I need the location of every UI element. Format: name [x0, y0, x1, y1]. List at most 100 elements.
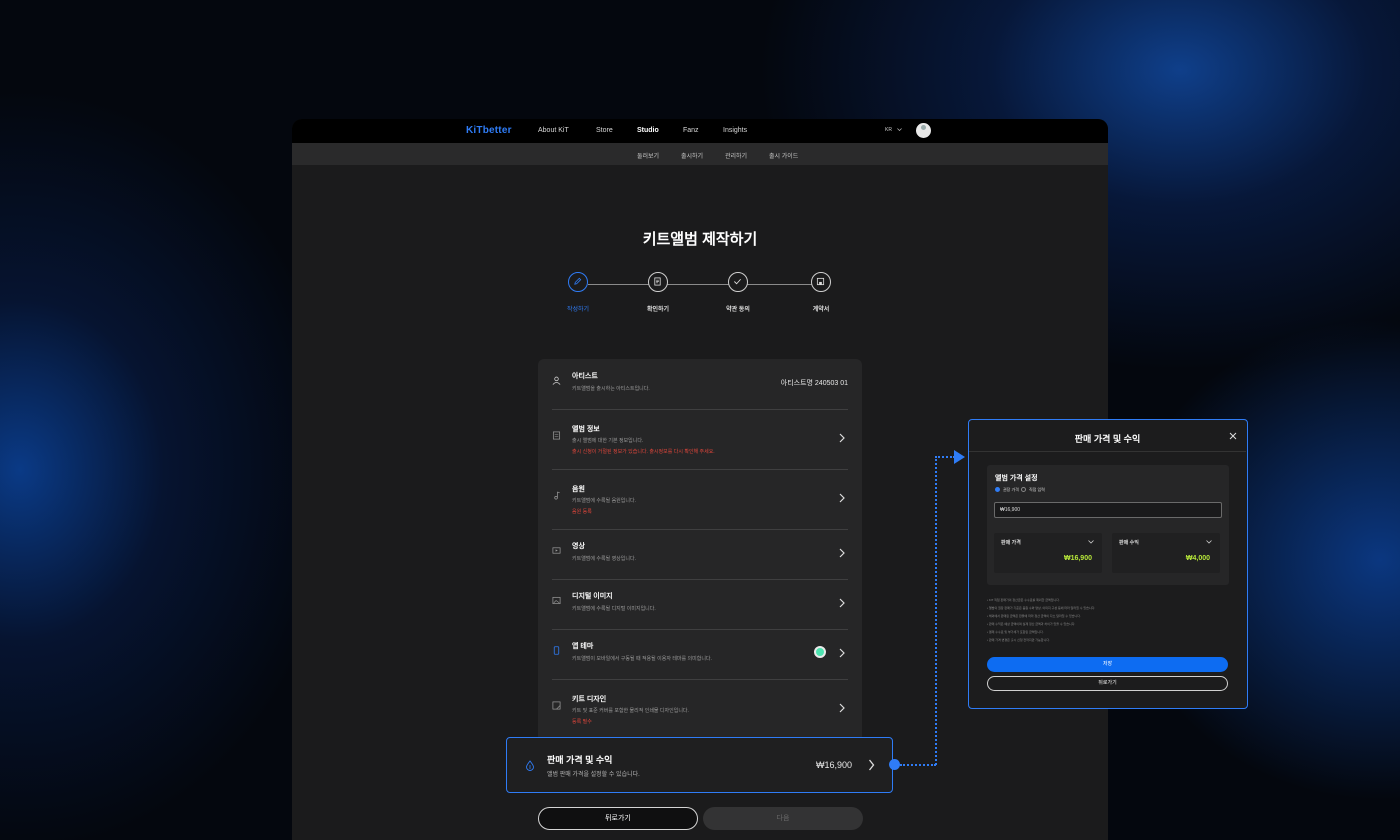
warning-text: 출시 신청이 거절된 정보가 있습니다. 출시정보를 다시 확인해 주세요.: [572, 449, 715, 455]
section-desc: 키트앨범에 수록될 디지털 이미지입니다.: [572, 606, 656, 612]
chevron-right-icon[interactable]: [838, 433, 846, 443]
theme-status-indicator: [814, 646, 826, 658]
note-item: 결제 수수료 및 부가세가 포함된 금액입니다.: [987, 630, 1232, 635]
back-button[interactable]: 뒤로가기: [538, 807, 698, 830]
price-value: ₩16,900: [815, 760, 852, 770]
chevron-down-icon[interactable]: [897, 127, 902, 132]
modal-title: 판매 가격 및 수익: [1074, 434, 1141, 444]
note-item: 앨범의 권장 판매가 기준은 음원 수와 영상, 이미지 구성 등에 따라 달라…: [987, 606, 1232, 611]
nav-item-store[interactable]: Store: [596, 127, 613, 134]
chevron-down-icon[interactable]: [1088, 540, 1094, 544]
close-icon[interactable]: [1229, 432, 1237, 440]
section-title: 앨범 정보: [572, 426, 600, 433]
phone-icon: [553, 646, 560, 655]
sub-nav: 둘러보기 출시하기 관리하기 출시 가이드: [292, 143, 1108, 165]
section-app-theme[interactable]: 앱 테마 키트앨범이 모바일에서 구동될 때 적용될 이용자 테마를 의미합니다…: [552, 629, 848, 680]
section-title: 앱 테마: [572, 643, 594, 650]
section-title: 판매 가격 및 수익: [547, 755, 613, 765]
connector-line: [935, 456, 937, 765]
section-kit-design[interactable]: 키트 디자인 키트 및 표준 커버를 포함한 물리적 인쇄물 디자인입니다. 등…: [552, 679, 848, 739]
video-icon: [552, 547, 561, 554]
section-digital-image[interactable]: 디지털 이미지 키트앨범에 수록될 디지털 이미지입니다.: [552, 579, 848, 630]
chevron-down-icon[interactable]: [1206, 540, 1212, 544]
warning-text: 등록 필수: [572, 719, 592, 725]
price-revenue-section[interactable]: 판매 가격 및 수익 앨범 판매 가격을 설정할 수 있습니다. ₩16,900: [506, 737, 893, 793]
connector-line: [935, 456, 955, 458]
step-agree: [728, 272, 748, 292]
section-artist[interactable]: 아티스트 키트앨범을 출시하는 아티스트입니다. 아티스트명 240503 01: [552, 359, 848, 410]
subnav-item-manage[interactable]: 관리하기: [725, 151, 747, 160]
connector-dot: [889, 759, 900, 770]
section-desc: 출시 앨범에 대한 기본 정보입니다.: [572, 438, 644, 444]
save-button[interactable]: 저장: [987, 657, 1228, 672]
section-title: 디지털 이미지: [572, 593, 613, 600]
nav-item-insights[interactable]: Insights: [723, 127, 747, 134]
note-item: 판매 가격 변경은 출시 신청 전까지만 가능합니다.: [987, 638, 1232, 643]
section-video[interactable]: 영상 키트앨범에 수록될 영상입니다.: [552, 529, 848, 580]
sale-price-value: ₩16,900: [1063, 555, 1092, 562]
nav-item-about[interactable]: About KiT: [538, 127, 569, 134]
notes-list: KiT 직접 판매가의 정산금은 수수료를 제외한 금액입니다. 앨범의 권장 …: [987, 598, 1232, 646]
section-album-info[interactable]: 앨범 정보 출시 앨범에 대한 기본 정보입니다. 출시 신청이 거절된 정보가…: [552, 409, 848, 470]
chevron-right-icon[interactable]: [838, 598, 846, 608]
step-label-agree: 약관 동의: [726, 307, 750, 313]
subnav-item-browse[interactable]: 둘러보기: [637, 151, 659, 160]
step-contract: [811, 272, 831, 292]
check-icon: [734, 278, 741, 285]
section-desc: 앨범 판매 가격을 설정할 수 있습니다.: [547, 772, 640, 778]
radio-custom[interactable]: 직접 입력: [1021, 487, 1045, 493]
note-item: KiT 직접 판매가의 정산금은 수수료를 제외한 금액입니다.: [987, 598, 1232, 603]
section-desc: 키트앨범에 수록될 영상입니다.: [572, 556, 636, 562]
connector-arrow-icon: [954, 450, 965, 464]
chevron-right-icon[interactable]: [838, 703, 846, 713]
revenue-value: ₩4,000: [1185, 555, 1210, 562]
stepper-line: [588, 284, 812, 285]
subnav-item-release[interactable]: 출시하기: [681, 151, 703, 160]
chevron-right-icon[interactable]: [838, 493, 846, 503]
chevron-right-icon[interactable]: [838, 548, 846, 558]
top-nav: KiTbetter About KiT Store Studio Fanz In…: [292, 119, 1108, 143]
step-label-write: 작성하기: [566, 307, 590, 313]
section-desc: 키트앨범을 출시하는 아티스트입니다.: [572, 386, 650, 392]
chevron-right-icon[interactable]: [868, 759, 875, 771]
language-selector[interactable]: KR: [885, 127, 892, 133]
logo[interactable]: KiTbetter: [466, 125, 512, 136]
warning-text: 음원 등록: [572, 509, 592, 515]
section-audio[interactable]: 음원 키트앨범에 수록될 음원입니다. 음원 등록: [552, 469, 848, 530]
coin-icon: [526, 760, 534, 771]
box-label: 판매 수익: [1119, 540, 1139, 546]
price-settings-panel: 앨범 가격 설정 권장 가격 직접 입력 ₩16,900 판매 가격 ₩16,9…: [987, 465, 1229, 585]
section-title: 아티스트: [572, 373, 598, 380]
chevron-right-icon[interactable]: [838, 648, 846, 658]
avatar[interactable]: [916, 123, 931, 138]
section-title: 영상: [572, 543, 585, 550]
panel-title: 앨범 가격 설정: [995, 475, 1038, 482]
artist-value: 아티스트명 240503 01: [780, 380, 848, 387]
music-note-icon: [554, 491, 560, 500]
section-title: 음원: [572, 486, 585, 493]
price-input[interactable]: ₩16,900: [994, 502, 1222, 518]
step-write: [568, 272, 588, 292]
revenue-box[interactable]: 판매 수익 ₩4,000: [1112, 533, 1220, 573]
step-label-review: 확인하기: [646, 307, 670, 313]
document-icon: [552, 431, 561, 440]
step-review: [648, 272, 668, 292]
note-item: 해외에서 판매된 금액은 환율에 따라 정산 금액이 다소 달라질 수 있습니다…: [987, 614, 1232, 619]
user-icon: [552, 376, 561, 385]
radio-recommended[interactable]: 권장 가격: [995, 487, 1019, 493]
sale-price-box[interactable]: 판매 가격 ₩16,900: [994, 533, 1102, 573]
nav-item-studio[interactable]: Studio: [637, 127, 659, 134]
price-modal: 판매 가격 및 수익 앨범 가격 설정 권장 가격 직접 입력 ₩16,900 …: [968, 419, 1248, 709]
step-label-contract: 계약서: [812, 307, 830, 313]
section-desc: 키트앨범에 수록될 음원입니다.: [572, 498, 636, 504]
image-icon: [552, 596, 561, 605]
box-label: 판매 가격: [1001, 540, 1021, 546]
section-card: 아티스트 키트앨범을 출시하는 아티스트입니다. 아티스트명 240503 01…: [538, 359, 862, 759]
modal-back-button[interactable]: 뒤로가기: [987, 676, 1228, 691]
next-button[interactable]: 다음: [703, 807, 863, 830]
nav-item-fanz[interactable]: Fanz: [683, 127, 699, 134]
connector-line: [900, 764, 936, 766]
divider: [969, 451, 1246, 452]
note-item: 판매 수익은 예상 금액이며 실제 정산 금액과 차이가 있을 수 있습니다.: [987, 622, 1232, 627]
subnav-item-guide[interactable]: 출시 가이드: [769, 151, 798, 160]
